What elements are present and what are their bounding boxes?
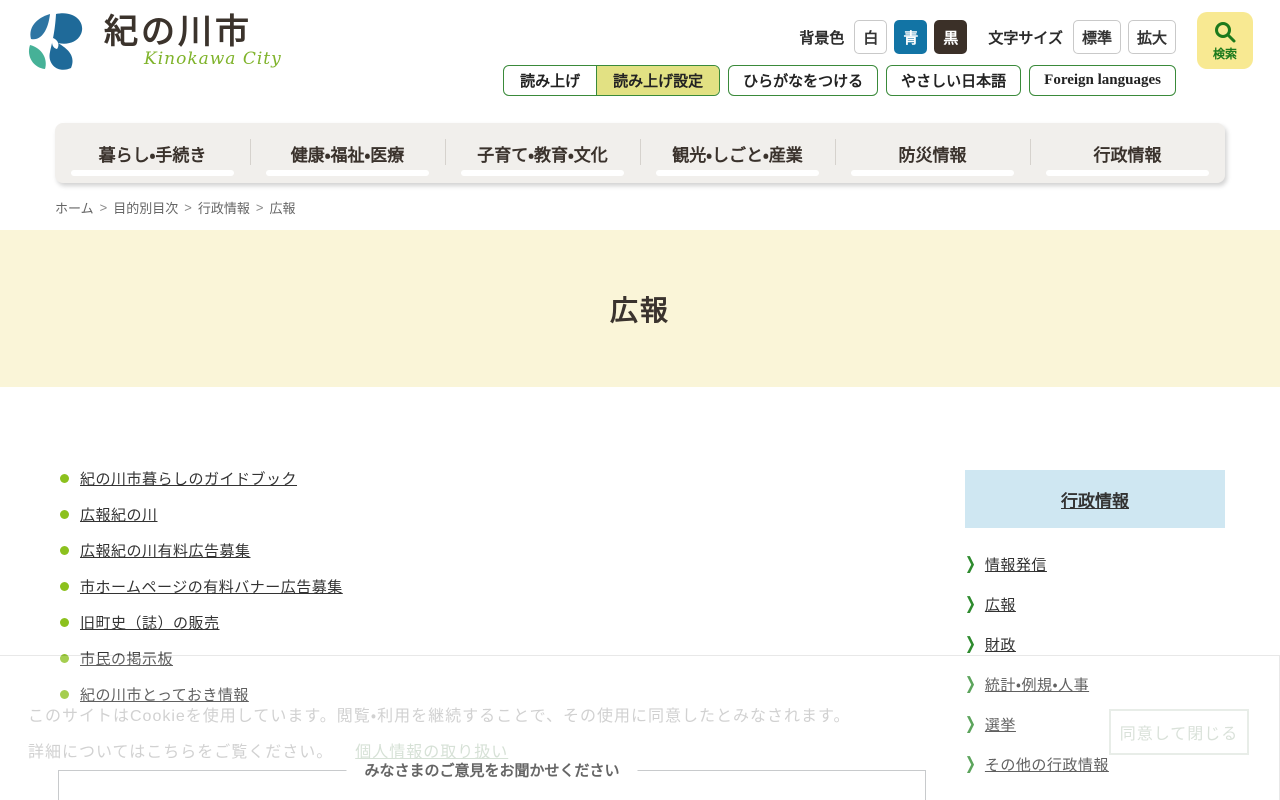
search-button-label: 検索 [1212, 46, 1237, 61]
link-town-history[interactable]: 旧町史（誌）の販売 [80, 612, 220, 633]
cookie-detail: 詳細についてはこちらをご覧ください。 個人情報の取り扱い [28, 744, 509, 761]
list-item: 市ホームページの有料バナー広告募集 [60, 576, 343, 597]
nav-underline [1045, 170, 1210, 176]
title-banner: 広報 [0, 230, 1280, 387]
sidebar-link-kouhou[interactable]: 広報 [985, 594, 1016, 615]
search-button[interactable]: 検索 [1197, 12, 1253, 69]
font-size-label: 文字サイズ [988, 29, 1063, 47]
bg-white-button[interactable]: 白 [854, 20, 888, 54]
read-aloud-settings-button[interactable]: 読み上げ設定 [596, 66, 720, 95]
font-standard-button[interactable]: 標準 [1072, 20, 1121, 54]
language-tools: 読み上げ 読み上げ設定 ひらがなをつける やさしい日本語 Foreign lan… [503, 65, 1176, 96]
nav-underline [460, 170, 625, 176]
breadcrumb: ホーム > 目的別目次 > 行政情報 > 広報 [55, 198, 296, 217]
bullet-icon [60, 546, 69, 555]
chevron-right-icon: ❯ [965, 633, 976, 654]
breadcrumb-mokuteki[interactable]: 目的別目次 [113, 198, 178, 217]
sidebar-header[interactable]: 行政情報 [965, 470, 1225, 528]
city-name: 紀の川市 [104, 13, 252, 51]
chevron-right-icon: ❯ [965, 593, 976, 614]
list-item: 紀の川市暮らしのガイドブック [60, 468, 343, 489]
list-item: 広報紀の川有料広告募集 [60, 540, 343, 561]
bullet-icon [60, 474, 69, 483]
list-item: 旧町史（誌）の販売 [60, 612, 343, 633]
chevron-right-icon: ❯ [965, 553, 976, 574]
bullet-icon [60, 618, 69, 627]
bg-blue-button[interactable]: 青 [894, 20, 928, 54]
breadcrumb-gyousei[interactable]: 行政情報 [198, 198, 250, 217]
nav-underline [70, 170, 235, 176]
city-logo-icon [28, 13, 83, 70]
foreign-languages-button[interactable]: Foreign languages [1029, 65, 1176, 96]
site-header: 紀の川市 Kinokawa City 背景色 白 青 黒 文字サイズ 標準 拡大… [0, 0, 1280, 112]
link-kouhou-kinokawa[interactable]: 広報紀の川 [80, 504, 158, 525]
breadcrumb-current: 広報 [269, 201, 296, 216]
logo-text: 紀の川市 Kinokawa City [104, 12, 282, 69]
bullet-icon [60, 510, 69, 519]
list-item: ❯ 広報 [965, 584, 1225, 624]
read-aloud-group: 読み上げ 読み上げ設定 [503, 65, 721, 96]
privacy-policy-link[interactable]: 個人情報の取り扱い [355, 744, 508, 761]
sidebar-link-zaisei[interactable]: 財政 [985, 634, 1016, 655]
cookie-accept-button[interactable]: 同意して閉じる [1109, 709, 1249, 755]
sidebar-link-jouhou[interactable]: 情報発信 [985, 554, 1047, 575]
read-aloud-button[interactable]: 読み上げ [504, 66, 596, 95]
breadcrumb-home[interactable]: ホーム [55, 198, 94, 217]
background-color-label: 背景色 [799, 29, 845, 47]
nav-underline [850, 170, 1015, 176]
cookie-banner: このサイトはCookieを使用しています。閲覧・利用を継続することで、その使用に… [0, 655, 1280, 800]
sidebar-title[interactable]: 行政情報 [1061, 487, 1129, 512]
link-banner-ads[interactable]: 市ホームページの有料バナー広告募集 [80, 576, 343, 597]
global-nav: 暮らし・手続き 健康・福祉・医療 子育て・教育・文化 観光・しごと・産業 防災情… [55, 123, 1225, 183]
search-icon [1215, 21, 1236, 42]
link-guidebook[interactable]: 紀の川市暮らしのガイドブック [80, 468, 297, 489]
nav-item-bousai[interactable]: 防災情報 [835, 123, 1030, 183]
nav-item-kankou[interactable]: 観光・しごと・産業 [640, 123, 835, 183]
accessibility-controls: 背景色 白 青 黒 文字サイズ 標準 拡大 [796, 20, 1176, 54]
nav-item-kenkou[interactable]: 健康・福祉・医療 [250, 123, 445, 183]
site-logo[interactable]: 紀の川市 Kinokawa City [20, 12, 282, 76]
nav-item-kosodate[interactable]: 子育て・教育・文化 [445, 123, 640, 183]
city-name-english: Kinokawa City [144, 48, 282, 69]
bullet-icon [60, 582, 69, 591]
cookie-message: このサイトはCookieを使用しています。閲覧・利用を継続することで、その使用に… [28, 708, 851, 725]
page-title: 広報 [609, 294, 670, 326]
nav-item-gyousei[interactable]: 行政情報 [1030, 123, 1225, 183]
page: 紀の川市 Kinokawa City 背景色 白 青 黒 文字サイズ 標準 拡大… [0, 0, 1280, 800]
hiragana-button[interactable]: ひらがなをつける [728, 65, 879, 96]
bg-black-button[interactable]: 黒 [934, 20, 968, 54]
list-item: 広報紀の川 [60, 504, 343, 525]
font-large-button[interactable]: 拡大 [1127, 20, 1176, 54]
nav-item-kurashi[interactable]: 暮らし・手続き [55, 123, 250, 183]
link-paid-ads[interactable]: 広報紀の川有料広告募集 [80, 540, 251, 561]
list-item: ❯ 情報発信 [965, 544, 1225, 584]
nav-underline [655, 170, 820, 176]
easy-japanese-button[interactable]: やさしい日本語 [886, 65, 1022, 96]
nav-underline [265, 170, 430, 176]
